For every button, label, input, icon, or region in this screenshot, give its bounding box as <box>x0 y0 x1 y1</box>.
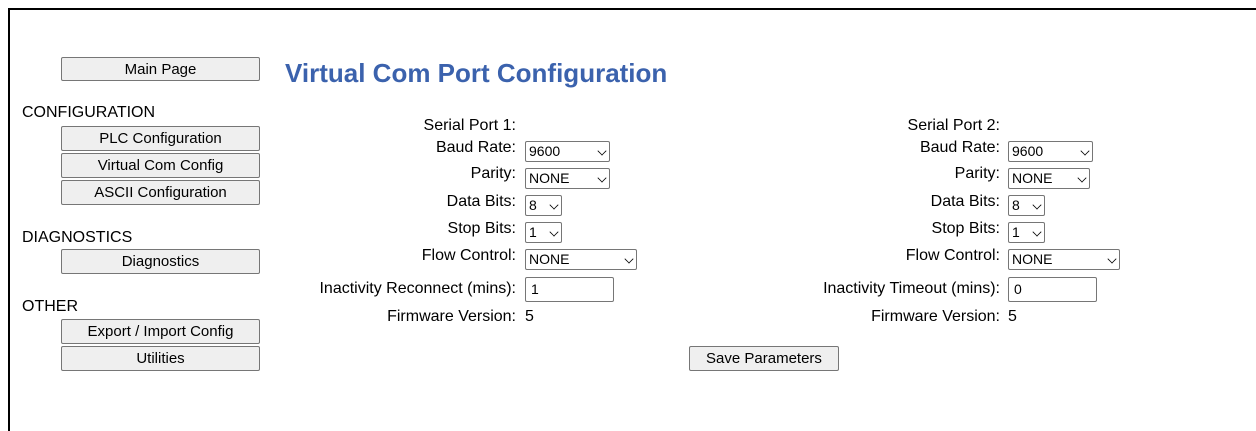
port2-flow-select[interactable]: NONE <box>1008 249 1120 270</box>
port1-firmware-label: Firmware Version: <box>387 308 516 325</box>
port2-parity-value: NONE <box>1012 170 1053 186</box>
chevron-down-icon <box>549 227 559 237</box>
port1-flow-value: NONE <box>529 251 570 267</box>
chevron-down-icon <box>597 173 607 183</box>
chevron-down-icon <box>1077 173 1087 183</box>
port1-heading: Serial Port 1: <box>423 117 516 134</box>
port1-inactivity-label: Inactivity Reconnect (mins): <box>319 280 516 297</box>
page-title: Virtual Com Port Configuration <box>285 58 668 88</box>
sidebar-item-export-import-config[interactable]: Export / Import Config <box>61 319 260 344</box>
port2-data-bits-value: 8 <box>1012 197 1020 213</box>
port1-firmware-value: 5 <box>525 308 534 325</box>
port1-flow-label: Flow Control: <box>421 247 516 264</box>
port1-baud-select[interactable]: 9600 <box>525 141 610 162</box>
save-parameters-button[interactable]: Save Parameters <box>689 346 839 371</box>
main-page-button[interactable]: Main Page <box>61 57 260 81</box>
chevron-down-icon <box>1080 146 1090 156</box>
port2-heading: Serial Port 2: <box>907 117 1000 134</box>
port2-firmware-label: Firmware Version: <box>871 308 1000 325</box>
chevron-down-icon <box>549 200 559 210</box>
section-other: OTHER <box>22 298 78 315</box>
port2-parity-select[interactable]: NONE <box>1008 168 1090 189</box>
port1-data-bits-select[interactable]: 8 <box>525 195 562 216</box>
port1-data-bits-value: 8 <box>529 197 537 213</box>
port1-data-bits-label: Data Bits: <box>446 193 516 210</box>
port2-inactivity-input[interactable]: 0 <box>1008 277 1097 302</box>
port2-baud-value: 9600 <box>1012 143 1044 159</box>
chevron-down-icon <box>1032 227 1042 237</box>
port2-flow-label: Flow Control: <box>905 247 1000 264</box>
chevron-down-icon <box>597 146 607 156</box>
port2-data-bits-label: Data Bits: <box>930 193 1000 210</box>
port2-stop-bits-value: 1 <box>1012 224 1020 240</box>
port1-stop-bits-value: 1 <box>529 224 537 240</box>
port1-baud-value: 9600 <box>529 143 561 159</box>
port1-parity-label: Parity: <box>470 165 516 182</box>
chevron-down-icon <box>624 254 634 264</box>
port2-flow-value: NONE <box>1012 251 1053 267</box>
port2-stop-bits-select[interactable]: 1 <box>1008 222 1045 243</box>
sidebar-item-ascii-configuration[interactable]: ASCII Configuration <box>61 180 260 205</box>
sidebar-item-virtual-com-config[interactable]: Virtual Com Config <box>61 153 260 178</box>
port2-baud-select[interactable]: 9600 <box>1008 141 1093 162</box>
port1-inactivity-input[interactable]: 1 <box>525 277 614 302</box>
chevron-down-icon <box>1032 200 1042 210</box>
port1-parity-value: NONE <box>529 170 570 186</box>
section-diagnostics: DIAGNOSTICS <box>22 229 133 246</box>
sidebar-item-plc-configuration[interactable]: PLC Configuration <box>61 126 260 151</box>
port1-stop-bits-label: Stop Bits: <box>447 220 516 237</box>
port2-firmware-value: 5 <box>1008 308 1017 325</box>
port1-stop-bits-select[interactable]: 1 <box>525 222 562 243</box>
port1-flow-select[interactable]: NONE <box>525 249 637 270</box>
sidebar-item-diagnostics[interactable]: Diagnostics <box>61 249 260 274</box>
port2-inactivity-label: Inactivity Timeout (mins): <box>823 280 1000 297</box>
port1-baud-label: Baud Rate: <box>435 139 516 156</box>
port2-data-bits-select[interactable]: 8 <box>1008 195 1045 216</box>
sidebar-item-utilities[interactable]: Utilities <box>61 346 260 371</box>
port2-stop-bits-label: Stop Bits: <box>931 220 1000 237</box>
chevron-down-icon <box>1107 254 1117 264</box>
port1-parity-select[interactable]: NONE <box>525 168 610 189</box>
port2-parity-label: Parity: <box>954 165 1000 182</box>
port2-baud-label: Baud Rate: <box>919 139 1000 156</box>
section-configuration: CONFIGURATION <box>22 104 156 121</box>
